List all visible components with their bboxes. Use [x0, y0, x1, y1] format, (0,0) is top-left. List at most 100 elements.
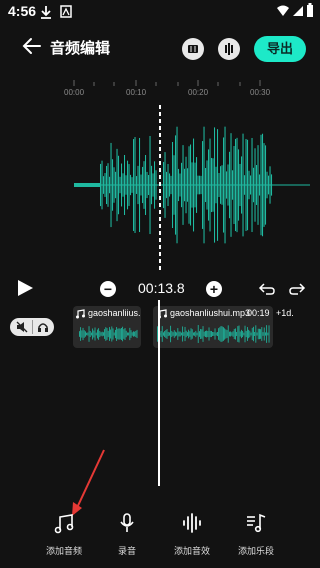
clip-duration: 00:19 [247, 308, 270, 318]
waveform-bar [253, 167, 255, 203]
waveform-bar [124, 155, 126, 215]
track-toggle-button[interactable] [182, 38, 204, 60]
waveform-bar [166, 171, 168, 199]
waveform-bar [244, 325, 246, 343]
waveform-bar [82, 327, 84, 341]
waveform-bar [241, 329, 242, 339]
waveform-bar [131, 177, 133, 193]
waveform-bar [211, 330, 212, 338]
zoom-in-button[interactable]: + [206, 281, 222, 297]
notification-icon [60, 5, 72, 18]
waveform-bar [259, 174, 261, 196]
waveform-bar [170, 175, 172, 195]
waveform-bar [217, 331, 218, 337]
redo-icon[interactable] [288, 282, 306, 296]
waveform-bar [218, 328, 220, 340]
waveform-bar [220, 325, 222, 343]
tab-label: 添加音频 [45, 546, 82, 556]
export-button[interactable]: 导出 [254, 36, 306, 62]
waveform-bar [229, 331, 230, 337]
waveform-bar [133, 331, 134, 337]
waveform-bar [110, 142, 112, 228]
zoom-out-button[interactable]: − [100, 281, 116, 297]
waveform-bar [135, 330, 137, 338]
waveform-bar [256, 165, 258, 205]
waveform-bar [203, 331, 205, 337]
waveform-bar [206, 330, 208, 338]
waveform-bar [247, 139, 249, 231]
waveform-bar [226, 171, 228, 199]
waveform-bar [179, 173, 181, 197]
waveform-bar [220, 166, 222, 204]
waveform-toggle-button[interactable] [218, 38, 240, 60]
waveform-bar [209, 330, 211, 338]
waveform-bar [261, 327, 263, 341]
audio-clip[interactable]: gaoshanliius.. [73, 306, 141, 348]
waveform-bar [124, 328, 126, 340]
waveform-bar [211, 157, 213, 213]
waveform-bar [119, 176, 121, 194]
waveform-bar [111, 326, 113, 342]
headphones-icon[interactable] [37, 321, 49, 333]
waveform-bar [260, 329, 262, 339]
undo-icon[interactable] [258, 282, 276, 296]
record-tab[interactable]: 录音 [97, 512, 157, 557]
wifi-icon [277, 5, 289, 16]
play-button[interactable] [16, 279, 34, 297]
waveform-bar [209, 138, 211, 232]
ruler-tick-label: 00:10 [126, 88, 147, 97]
back-arrow-icon[interactable] [20, 34, 44, 58]
waveform-bar [121, 163, 123, 207]
waveform-bar [134, 137, 136, 233]
waveform-bar [245, 138, 247, 232]
waveform-bar [199, 331, 200, 337]
track-audio-toggles[interactable] [10, 318, 54, 336]
waveform-bar [266, 171, 268, 199]
add-audio-tab[interactable]: 添加音频 [34, 512, 94, 557]
waveform-bar [263, 327, 265, 341]
waveform-bar [165, 330, 167, 338]
status-bar: 4:56 [0, 0, 320, 24]
timeline-playhead[interactable] [158, 300, 160, 486]
waveform-bar [161, 326, 163, 342]
waveform-bar [235, 328, 236, 340]
waveform-bar [184, 168, 186, 202]
waveform-bar [268, 175, 270, 195]
waveform-bar [136, 176, 138, 194]
waveform-bar [236, 137, 238, 233]
add-sound-effect-tab[interactable]: 添加音效 [162, 512, 222, 557]
waveform-bar [213, 332, 215, 336]
waveform-bar [112, 328, 114, 340]
waveform-bar [271, 174, 273, 196]
waveform-bar [253, 326, 254, 342]
waveform-bar [109, 176, 111, 194]
waveform-bar [119, 328, 121, 340]
waveform-bar [199, 175, 201, 195]
ruler-tick-label: 00:20 [188, 88, 209, 97]
waveform-bar [184, 326, 186, 342]
mute-icon[interactable] [16, 321, 28, 333]
waveform-bar [128, 164, 130, 206]
waveform-bar [231, 332, 233, 336]
waveform-bar [110, 329, 112, 339]
waveform-bar [229, 151, 231, 219]
waveform-bar [243, 332, 245, 336]
waveform-bar [250, 332, 252, 336]
audio-clip[interactable]: gaoshanliushui.mp3 00:19 [153, 306, 273, 348]
waveform-bar [130, 330, 132, 338]
waveform-bar [125, 330, 127, 338]
waveform-bar [195, 330, 197, 338]
main-waveform[interactable] [0, 100, 320, 270]
add-music-section-tab[interactable]: 添加乐段 [226, 512, 286, 557]
waveform-bar [223, 137, 225, 233]
track-icon [188, 45, 198, 53]
waveform-bar [260, 134, 262, 236]
waveform-bar [178, 331, 180, 337]
waveform-bar [125, 175, 127, 195]
waveform-bar [113, 167, 115, 203]
waveform-bar [268, 325, 270, 343]
waveform-bar [185, 330, 187, 338]
clip-waveform [157, 325, 270, 343]
waveform-bar [148, 174, 150, 196]
waveform-bar [194, 332, 196, 336]
